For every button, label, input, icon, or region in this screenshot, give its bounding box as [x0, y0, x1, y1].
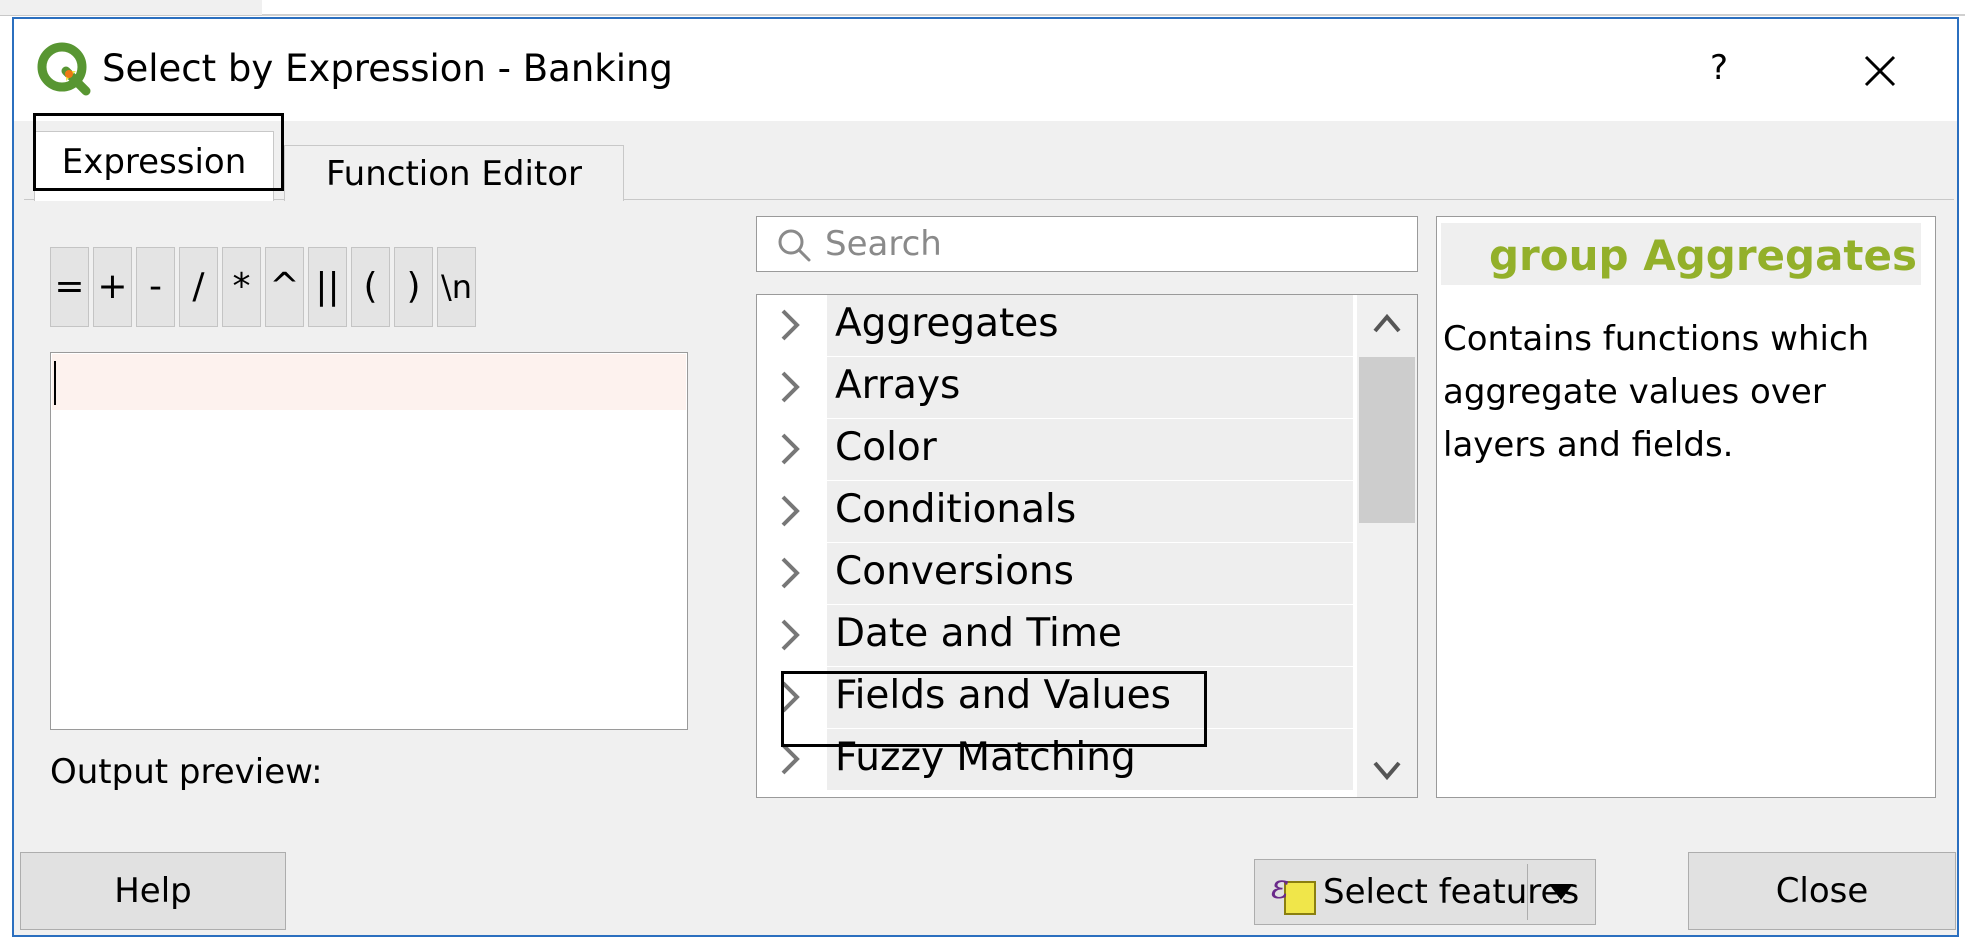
select-by-expression-dialog: Select by Expression - Banking ? Express… — [12, 17, 1959, 937]
function-group-label: Aggregates — [835, 301, 1059, 346]
chevron-right-icon[interactable] — [775, 491, 805, 531]
function-group-aggregates[interactable]: Aggregates — [757, 295, 1353, 356]
function-group-arrays[interactable]: Arrays — [757, 357, 1353, 418]
qgis-logo-icon — [37, 42, 91, 96]
operator-newline-button[interactable]: \n — [437, 247, 476, 327]
fields-and-values-highlight — [781, 671, 1207, 747]
function-group-label: Date and Time — [835, 611, 1122, 656]
function-group-conditionals[interactable]: Conditionals — [757, 481, 1353, 542]
function-list-scrollbar[interactable] — [1357, 295, 1417, 797]
close-button[interactable]: Close — [1688, 852, 1956, 930]
chevron-right-icon[interactable] — [775, 553, 805, 593]
function-help-panel: group Aggregates Contains functions whic… — [1436, 216, 1936, 798]
operator-open-paren-button[interactable]: ( — [351, 247, 390, 327]
chevron-right-icon[interactable] — [775, 367, 805, 407]
select-features-button[interactable]: ε Select features — [1254, 859, 1596, 925]
help-header: group Aggregates — [1441, 223, 1921, 285]
text-caret — [54, 361, 56, 405]
chevron-right-icon[interactable] — [775, 305, 805, 345]
operator-plus-button[interactable]: + — [93, 247, 132, 327]
window-title: Select by Expression - Banking — [102, 47, 673, 90]
function-group-label: Conversions — [835, 549, 1074, 594]
help-description: Contains functions which aggregate value… — [1443, 319, 1870, 465]
tab-bar: Expression Function Editor — [14, 121, 1957, 201]
function-group-date-and-time[interactable]: Date and Time — [757, 605, 1353, 666]
function-search-box[interactable] — [756, 216, 1418, 272]
operator-power-button[interactable]: ^ — [265, 247, 304, 327]
chevron-down-icon[interactable] — [1369, 757, 1405, 785]
help-button[interactable]: Help — [20, 852, 286, 930]
operator-concat-button[interactable]: || — [308, 247, 347, 327]
tab-expression-highlight — [33, 113, 284, 191]
select-features-label: Select features — [1323, 872, 1580, 912]
function-group-conversions[interactable]: Conversions — [757, 543, 1353, 604]
expression-editor[interactable] — [50, 352, 688, 730]
search-input[interactable] — [823, 219, 1403, 269]
background-window-edge — [0, 0, 262, 16]
tab-function-editor[interactable]: Function Editor — [284, 145, 624, 201]
triangle-down-icon[interactable] — [1545, 880, 1577, 904]
search-icon — [778, 229, 811, 262]
scrollbar-thumb[interactable] — [1359, 357, 1415, 523]
svg-text:ε: ε — [1271, 867, 1289, 907]
chevron-right-icon[interactable] — [775, 429, 805, 469]
title-bar: Select by Expression - Banking ? — [14, 19, 1957, 121]
operator-equals-button[interactable]: = — [50, 247, 89, 327]
chevron-up-icon[interactable] — [1369, 309, 1405, 337]
chevron-right-icon[interactable] — [775, 615, 805, 655]
close-icon[interactable] — [1854, 45, 1906, 97]
function-group-label: Conditionals — [835, 487, 1077, 532]
operator-multiply-button[interactable]: * — [222, 247, 261, 327]
expression-current-line[interactable] — [52, 354, 686, 410]
operator-minus-button[interactable]: - — [136, 247, 175, 327]
help-title: group Aggregates — [1488, 231, 1917, 280]
operator-divide-button[interactable]: / — [179, 247, 218, 327]
function-group-color[interactable]: Color — [757, 419, 1353, 480]
output-preview-label: Output preview: — [50, 752, 323, 792]
context-help-button[interactable]: ? — [1694, 43, 1744, 93]
expression-select-icon: ε — [1271, 867, 1316, 915]
split-button-separator — [1527, 864, 1528, 920]
operator-close-paren-button[interactable]: ) — [394, 247, 433, 327]
background-window-line — [262, 14, 1965, 16]
function-group-label: Arrays — [835, 363, 961, 408]
function-group-label: Color — [835, 425, 937, 470]
